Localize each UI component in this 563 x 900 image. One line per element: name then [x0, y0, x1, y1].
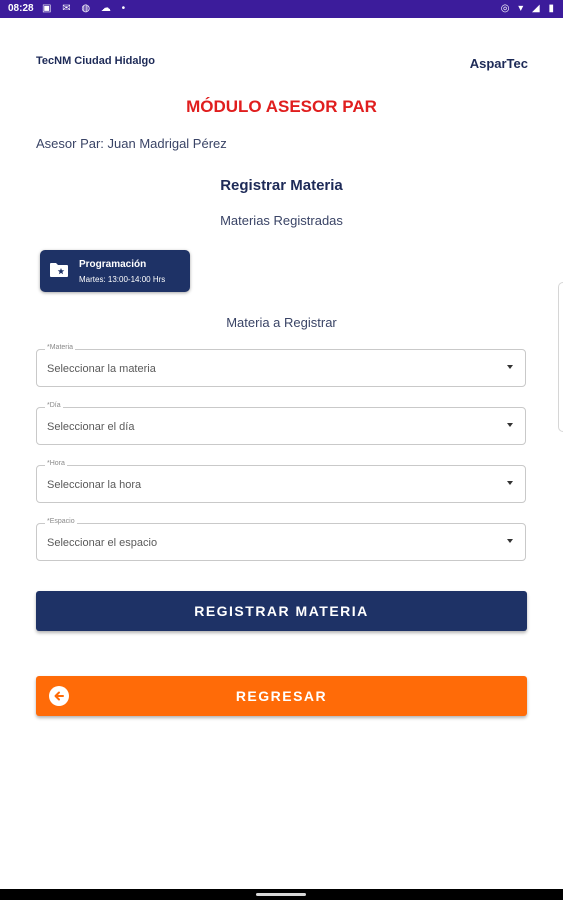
espacio-label: *Espacio — [45, 518, 77, 525]
hora-select[interactable]: *Hora Seleccionar la hora — [36, 460, 526, 503]
to-register-heading: Materia a Registrar — [226, 315, 337, 330]
registered-heading: Materias Registradas — [220, 213, 343, 228]
subject-name: Programación — [79, 259, 147, 270]
dropdown-arrow-icon — [507, 481, 513, 485]
materia-select[interactable]: *Materia Seleccionar la materia — [36, 344, 526, 387]
status-time: 08:28 — [8, 3, 34, 14]
institution-name: TecNM Ciudad Hidalgo — [36, 55, 155, 67]
hora-placeholder: Seleccionar la hora — [47, 479, 142, 491]
status-bar: 08:28 ▣ ✉ ◍ ☁ • ◎ ▾ ◢ ▮ — [0, 0, 563, 18]
dropdown-arrow-icon — [507, 423, 513, 427]
espacio-select[interactable]: *Espacio Seleccionar el espacio — [36, 518, 526, 561]
edge-panel-handle[interactable] — [558, 282, 563, 432]
dia-placeholder: Seleccionar el día — [47, 421, 135, 433]
dia-select[interactable]: *Día Seleccionar el día — [36, 402, 526, 445]
arrow-left-circle-icon — [49, 686, 69, 706]
dropdown-arrow-icon — [507, 539, 513, 543]
espacio-placeholder: Seleccionar el espacio — [47, 537, 158, 549]
register-button-label: REGISTRAR MATERIA — [194, 603, 369, 619]
system-icons: ◎ ▾ ◢ ▮ — [500, 3, 557, 14]
dia-label: *Día — [45, 402, 63, 409]
notification-icons: ▣ ✉ ◍ ☁ • — [42, 3, 130, 14]
app-brand: AsparTec — [469, 56, 528, 71]
subject-schedule: Martes: 13:00-14:00 Hrs — [79, 275, 166, 284]
page-title: Registrar Materia — [220, 177, 343, 194]
navigation-bar — [0, 889, 563, 900]
dropdown-arrow-icon — [507, 365, 513, 369]
back-button[interactable]: REGRESAR — [36, 676, 527, 716]
hora-label: *Hora — [45, 460, 67, 467]
folder-star-icon — [50, 263, 68, 277]
registered-subject-card[interactable]: Programación Martes: 13:00-14:00 Hrs — [40, 250, 190, 292]
asesor-name: Asesor Par: Juan Madrigal Pérez — [36, 136, 227, 151]
back-button-label: REGRESAR — [235, 688, 328, 704]
home-gesture-pill[interactable] — [256, 893, 306, 896]
module-title: MÓDULO ASESOR PAR — [186, 97, 377, 116]
materia-label: *Materia — [45, 344, 76, 351]
materia-placeholder: Seleccionar la materia — [47, 363, 156, 375]
register-subject-button[interactable]: REGISTRAR MATERIA — [36, 591, 527, 631]
